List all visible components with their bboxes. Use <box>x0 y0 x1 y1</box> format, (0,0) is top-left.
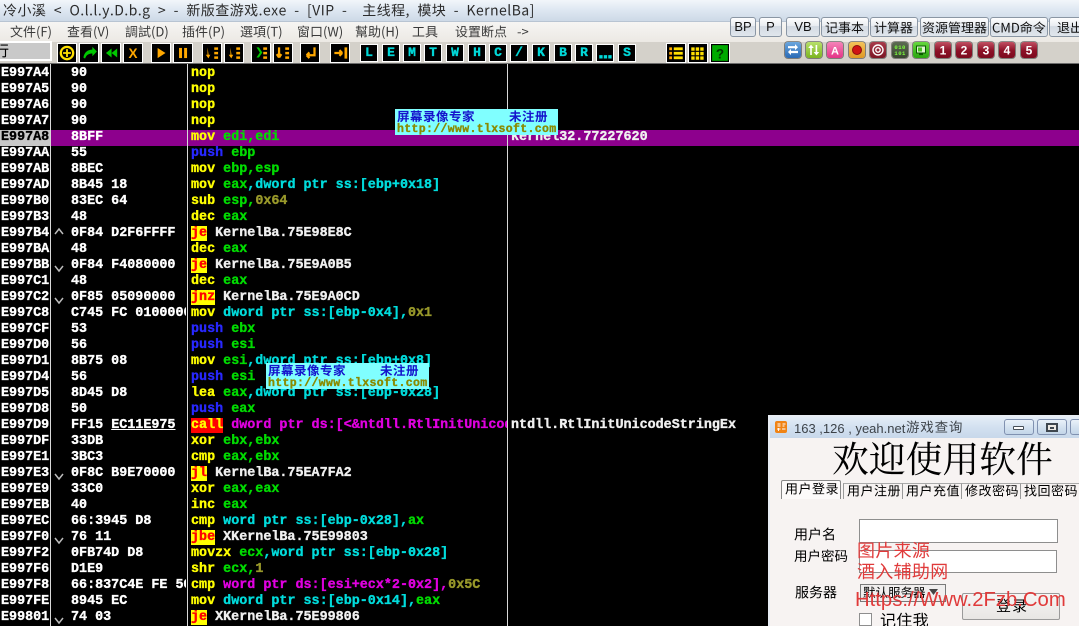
svg-text:1: 1 <box>940 44 947 58</box>
svg-text:A: A <box>831 46 839 58</box>
svg-text:5: 5 <box>1026 44 1033 58</box>
svg-text:X: X <box>128 46 137 61</box>
svg-text:101: 101 <box>894 50 906 57</box>
svg-text:4: 4 <box>1004 44 1011 58</box>
svg-text:?: ? <box>716 47 724 62</box>
svg-text:3: 3 <box>983 44 990 58</box>
svg-text:2: 2 <box>961 44 968 58</box>
